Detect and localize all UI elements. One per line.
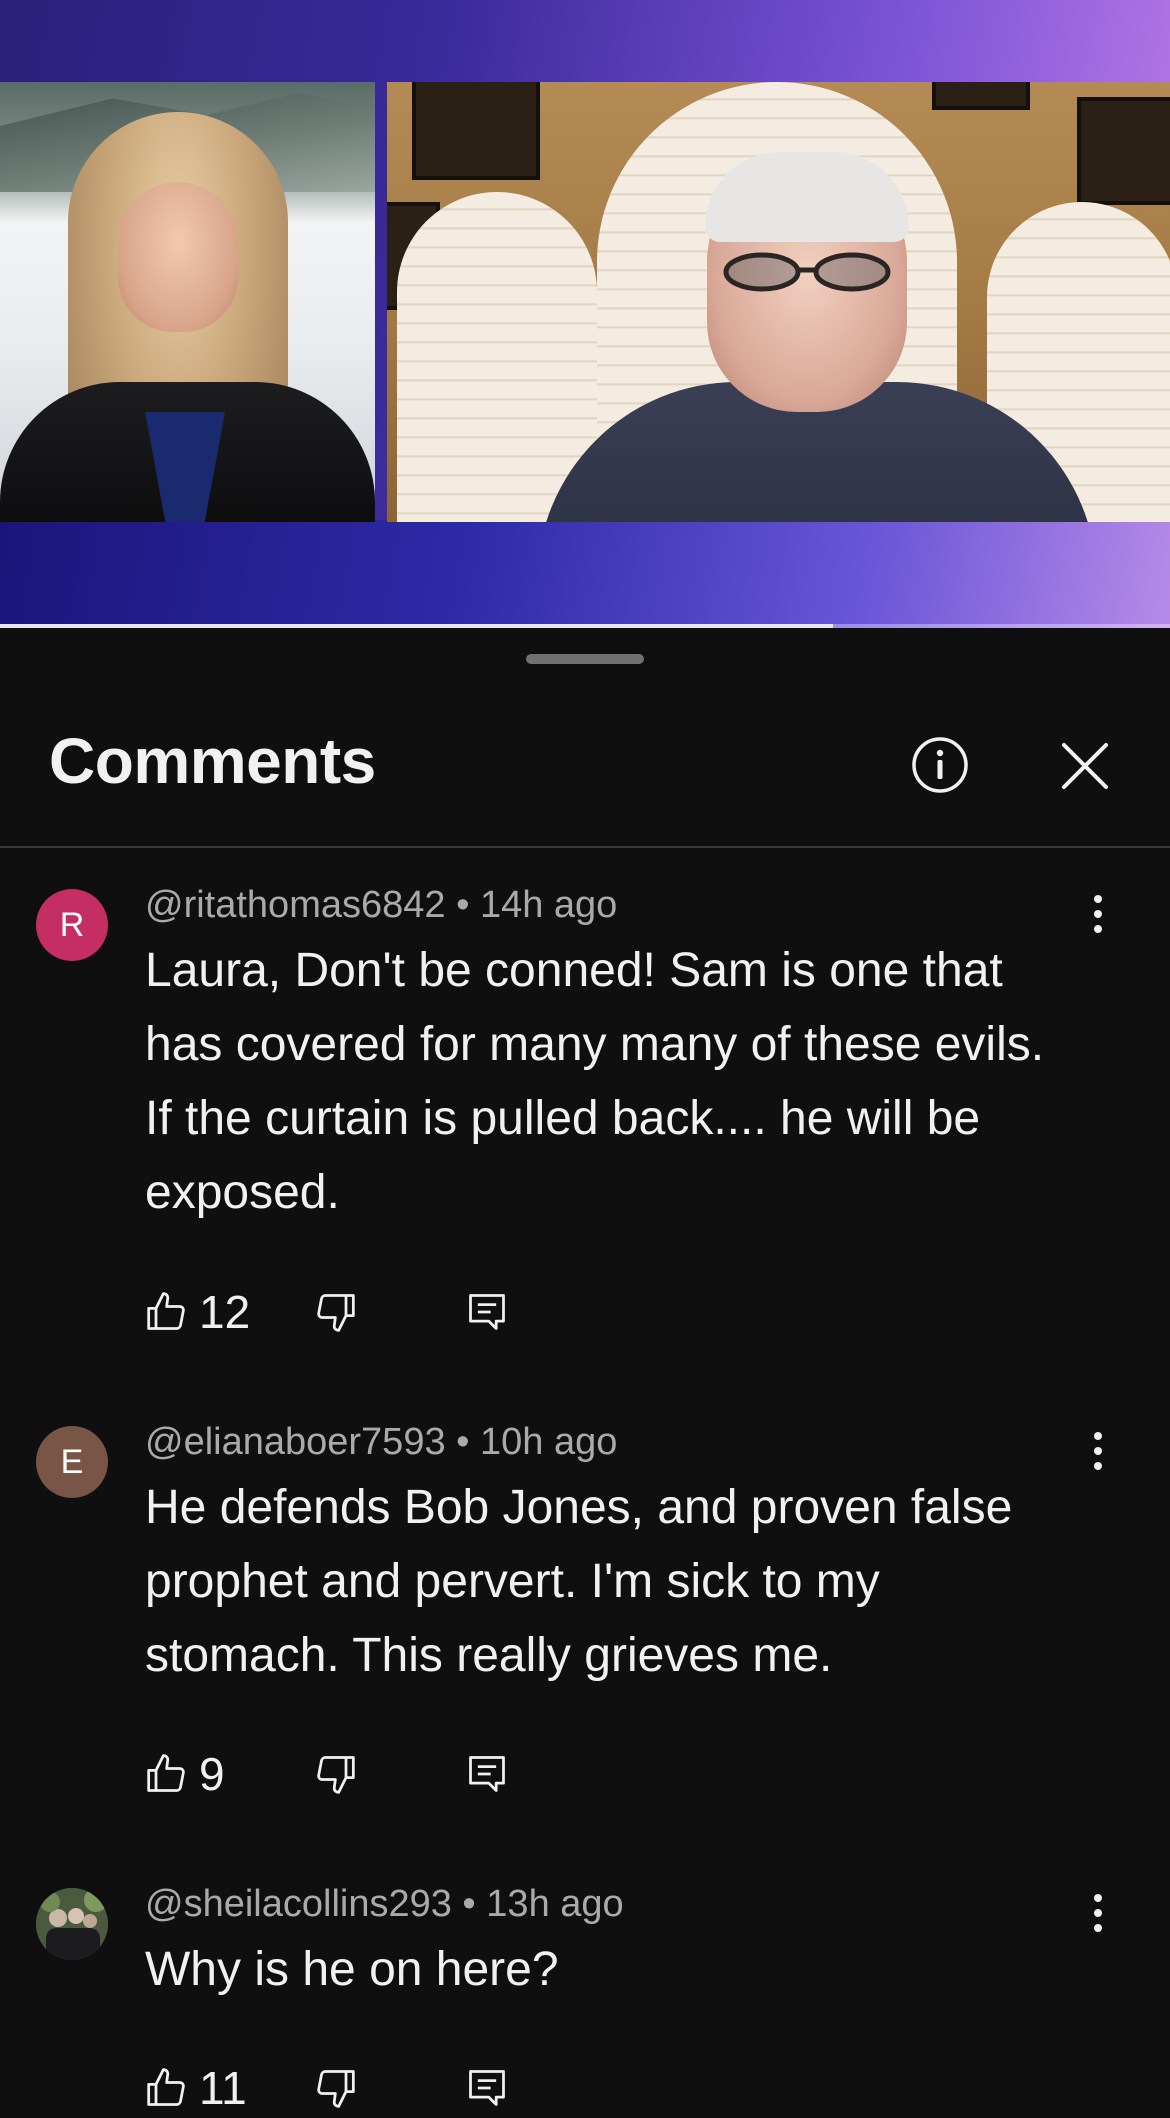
video-progress-bar[interactable] — [0, 624, 1170, 628]
avatar-photo[interactable] — [36, 1888, 108, 1960]
reply-comment-icon — [469, 1756, 505, 1792]
close-button[interactable] — [1056, 737, 1114, 795]
thumbs-up-icon — [147, 2068, 185, 2106]
meta-separator: • — [456, 884, 470, 926]
dislike-button[interactable] — [313, 1744, 357, 1804]
thumbs-down-icon — [317, 1294, 355, 1332]
thumbs-down-icon — [317, 1756, 355, 1794]
like-button[interactable]: 9 — [145, 1744, 225, 1804]
meta-separator: • — [456, 1421, 470, 1463]
comment-text: Laura, Don't be conned! Sam is one that … — [145, 944, 1045, 1219]
avatar[interactable]: R — [36, 889, 108, 961]
comment-more-button[interactable] — [1078, 1421, 1118, 1481]
thumbs-up-icon — [147, 1754, 185, 1792]
comment-meta: @ritathomas6842 • 14h ago — [145, 884, 617, 927]
like-button[interactable]: 11 — [145, 2058, 247, 2118]
video-progress-fill — [0, 624, 834, 628]
video-player[interactable] — [0, 0, 1170, 628]
more-vert-icon — [1094, 895, 1102, 903]
reply-comment-icon — [469, 2070, 505, 2106]
reply-button[interactable] — [465, 2058, 509, 2118]
dislike-button[interactable] — [313, 2058, 357, 2118]
profile-photo-icon — [36, 1888, 108, 1960]
close-icon — [1062, 743, 1108, 789]
comment-actions: 9 — [145, 1744, 745, 1804]
comment-time: 13h ago — [486, 1883, 624, 1925]
comment-actions: 12 — [145, 1282, 745, 1342]
comment-text: He defends Bob Jones, and proven false p… — [145, 1481, 1013, 1682]
drag-handle[interactable] — [526, 654, 644, 664]
reply-button[interactable] — [465, 1744, 509, 1804]
comment-more-button[interactable] — [1078, 884, 1118, 944]
comment-time: 14h ago — [479, 884, 618, 926]
comment-author[interactable]: @elianaboer7593 — [145, 1421, 446, 1463]
comment-meta: @sheilacollins293 • 13h ago — [145, 1883, 624, 1926]
video-feed-guest — [387, 82, 1170, 522]
header-divider — [0, 846, 1170, 848]
video-feed-host — [0, 82, 375, 522]
comment-author[interactable]: @sheilacollins293 — [145, 1883, 452, 1925]
comments-sheet: Comments R @ritathomas6842 • 14h ago Lau… — [0, 629, 1170, 2114]
video-background — [0, 520, 1170, 628]
comment-meta: @elianaboer7593 • 10h ago — [145, 1421, 617, 1464]
thumbs-down-icon — [317, 2070, 355, 2108]
like-count: 12 — [199, 1286, 251, 1338]
comment-text: Why is he on here? — [145, 1943, 559, 1996]
reply-comment-icon — [469, 1294, 505, 1330]
comment-time: 10h ago — [480, 1421, 618, 1463]
reply-button[interactable] — [465, 1282, 509, 1342]
comment-more-button[interactable] — [1078, 1883, 1118, 1943]
comment-author[interactable]: @ritathomas6842 — [145, 884, 446, 926]
info-icon — [912, 737, 968, 793]
comments-title: Comments — [49, 725, 376, 797]
thumbs-up-icon — [147, 1292, 185, 1330]
like-count: 9 — [199, 1748, 225, 1800]
meta-separator: • — [462, 1883, 476, 1925]
like-button[interactable]: 12 — [145, 1282, 250, 1342]
more-vert-icon — [1094, 1894, 1102, 1902]
info-button[interactable] — [912, 737, 968, 793]
comment-actions: 11 — [145, 2058, 745, 2118]
avatar[interactable]: E — [36, 1426, 108, 1498]
more-vert-icon — [1094, 1432, 1102, 1440]
like-count: 11 — [199, 2062, 247, 2114]
dislike-button[interactable] — [313, 1282, 357, 1342]
